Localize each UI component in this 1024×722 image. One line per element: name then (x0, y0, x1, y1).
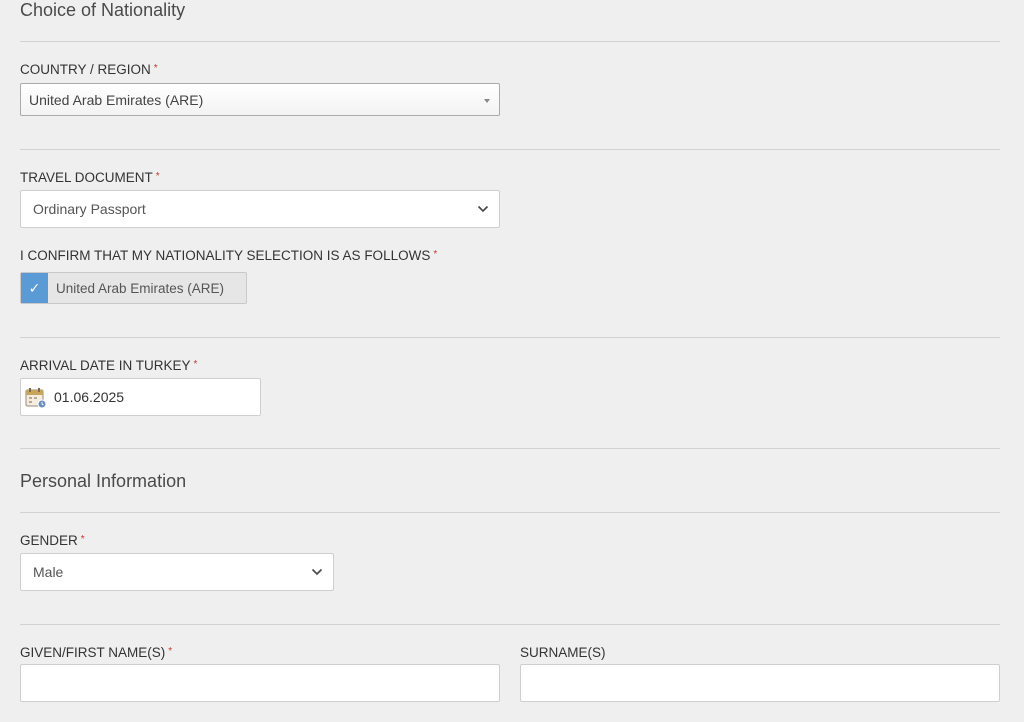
given-name-label-text: GIVEN/FIRST NAME(S) (20, 645, 166, 660)
country-select-value: United Arab Emirates (ARE) (29, 92, 204, 108)
confirm-nationality-value: United Arab Emirates (ARE) (56, 281, 225, 296)
calendar-icon[interactable] (25, 387, 47, 409)
gender-select[interactable]: Male (20, 553, 334, 591)
travel-document-select[interactable]: Ordinary Passport (20, 190, 500, 228)
required-marker: * (168, 646, 173, 657)
divider (20, 624, 1000, 625)
surname-label-text: SURNAME(S) (520, 645, 606, 660)
confirm-nationality-checkbox[interactable]: ✓ United Arab Emirates (ARE) (20, 272, 247, 304)
application-form: Choice of Nationality COUNTRY / REGION * … (0, 0, 1024, 722)
divider (20, 448, 1000, 449)
required-marker: * (80, 534, 85, 545)
divider (20, 337, 1000, 338)
arrival-date-value: 01.06.2025 (54, 389, 125, 405)
country-select[interactable]: United Arab Emirates (ARE) (20, 83, 500, 116)
checkmark-icon[interactable]: ✓ (21, 273, 48, 303)
travel-document-label-text: TRAVEL DOCUMENT (20, 170, 153, 185)
section-title-personal: Personal Information (20, 471, 187, 491)
arrival-date-label-text: ARRIVAL DATE IN TURKEY (20, 358, 191, 373)
arrival-date-label: ARRIVAL DATE IN TURKEY * (20, 358, 197, 373)
gender-label: GENDER * (20, 533, 85, 548)
required-marker: * (433, 249, 438, 260)
confirm-nationality-label-text: I CONFIRM THAT MY NATIONALITY SELECTION … (20, 248, 431, 263)
divider (20, 512, 1000, 513)
divider (20, 149, 1000, 150)
required-marker: * (155, 171, 160, 182)
required-marker: * (193, 359, 198, 370)
divider (20, 41, 1000, 42)
country-label-text: COUNTRY / REGION (20, 62, 151, 77)
surname-input[interactable] (520, 664, 1000, 702)
travel-document-value: Ordinary Passport (33, 201, 146, 217)
travel-document-label: TRAVEL DOCUMENT * (20, 170, 160, 185)
confirm-nationality-label: I CONFIRM THAT MY NATIONALITY SELECTION … (20, 248, 437, 263)
country-label: COUNTRY / REGION * (20, 62, 158, 77)
surname-label: SURNAME(S) (520, 645, 606, 660)
section-title-nationality: Choice of Nationality (20, 0, 186, 20)
required-marker: * (153, 63, 158, 74)
given-name-label: GIVEN/FIRST NAME(S) * (20, 645, 172, 660)
arrival-date-input[interactable]: 01.06.2025 (20, 378, 261, 416)
chevron-down-icon (477, 205, 489, 213)
gender-value: Male (33, 564, 64, 580)
gender-label-text: GENDER (20, 533, 78, 548)
given-name-input[interactable] (20, 664, 500, 702)
dropdown-arrow-icon (484, 99, 490, 103)
chevron-down-icon (311, 568, 323, 576)
